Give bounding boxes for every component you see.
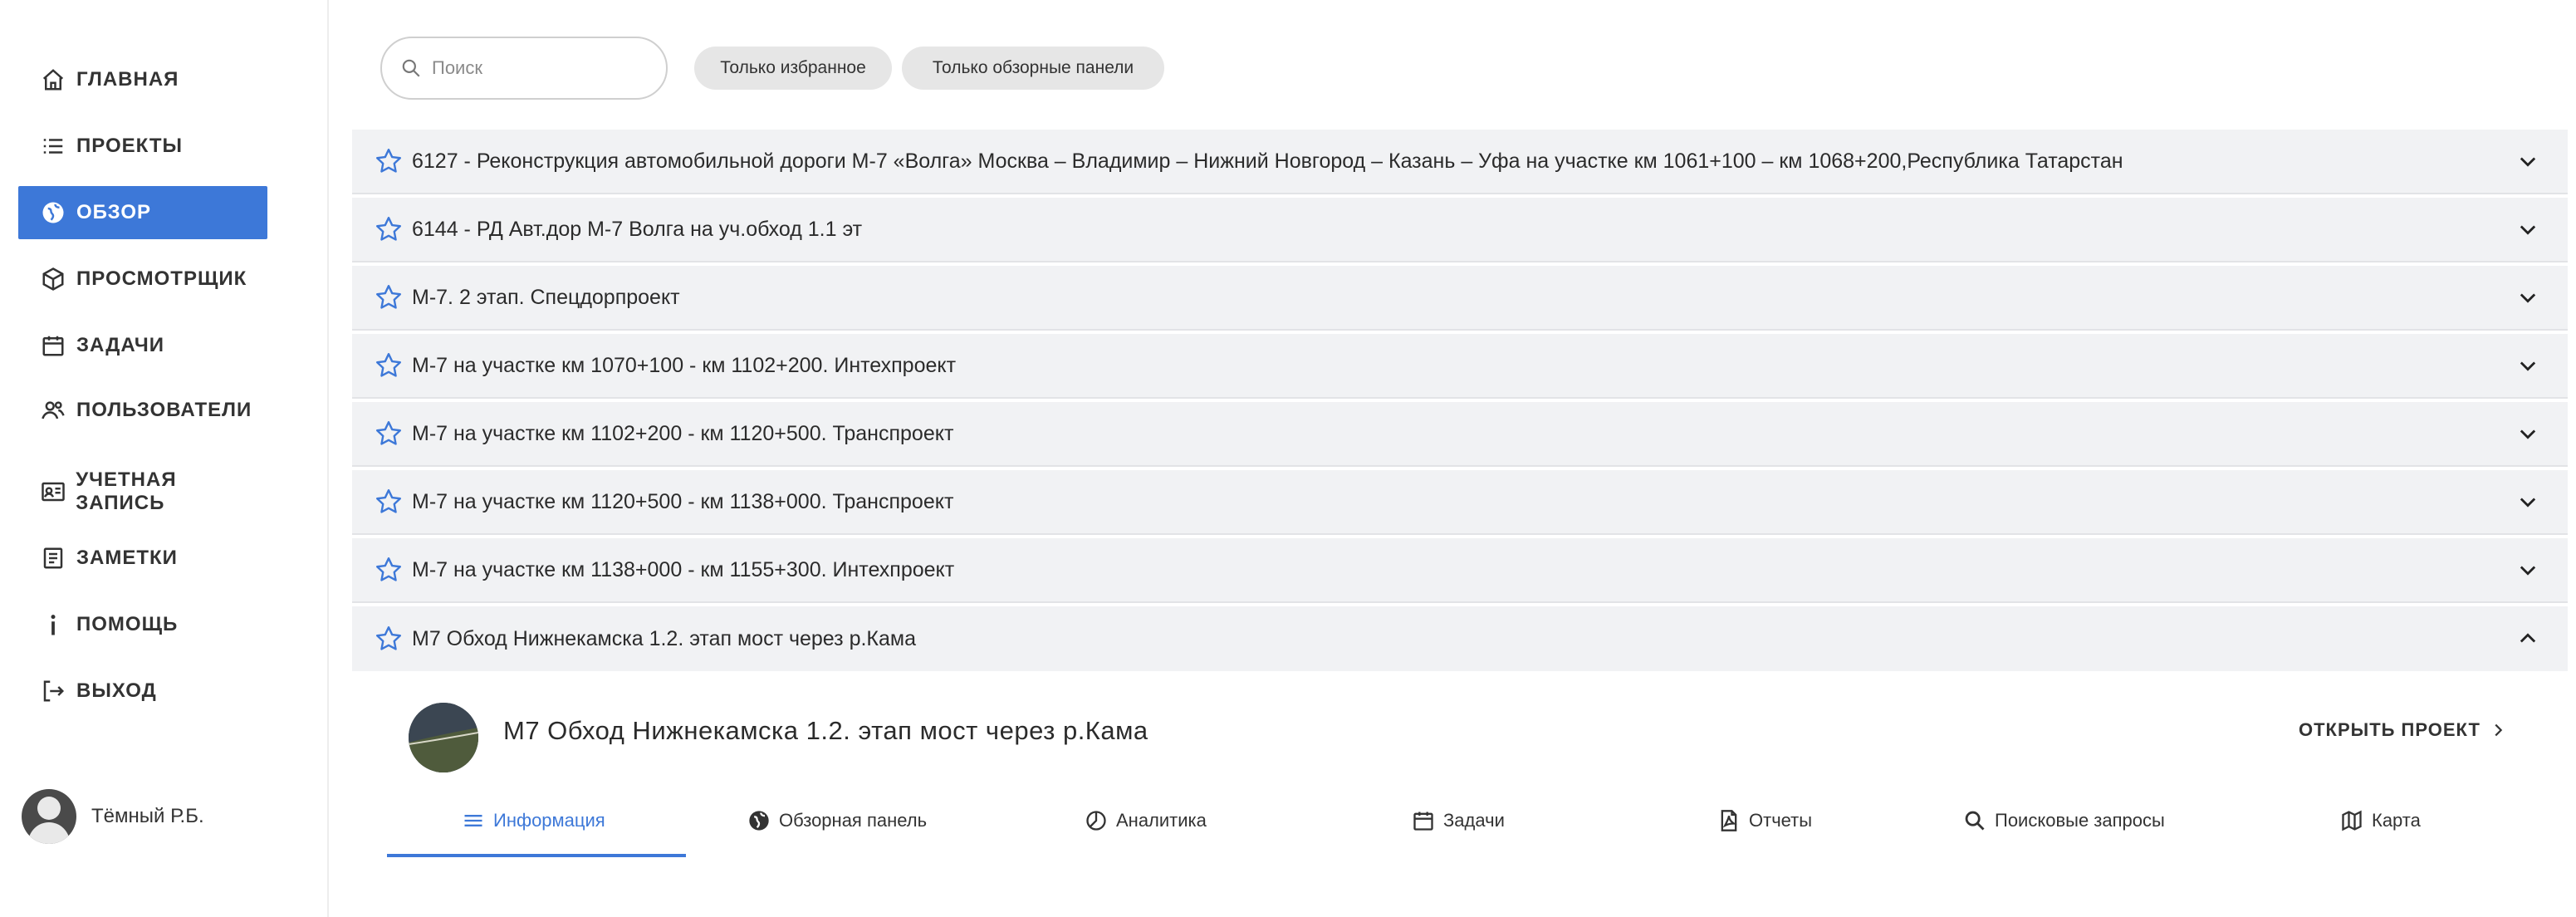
chevron-down-icon[interactable]: [2511, 281, 2544, 314]
sidebar-item-label: ПОЛЬЗОВАТЕЛИ: [76, 399, 252, 421]
star-icon[interactable]: [372, 622, 405, 655]
open-project-button[interactable]: ОТКРЫТЬ ПРОЕКТ: [2299, 719, 2507, 741]
tab-label: Обзорная панель: [779, 810, 928, 831]
sidebar-item-projects[interactable]: ПРОЕКТЫ: [18, 120, 267, 173]
tab-analytics[interactable]: Аналитика: [1085, 801, 1207, 841]
sidebar-item-home[interactable]: ГЛАВНАЯ: [18, 53, 267, 106]
project-title: 6144 - РД Авт.дор М-7 Волга на уч.обход …: [412, 217, 863, 241]
menu-icon: [464, 815, 482, 826]
tab-label: Аналитика: [1116, 810, 1207, 831]
id-card-icon: [38, 477, 67, 507]
search-input[interactable]: [432, 57, 648, 79]
project-row-expanded[interactable]: М7 Обход Нижнекамска 1.2. этап мост чере…: [352, 606, 2568, 671]
tab-label: Информация: [493, 810, 605, 831]
tab-search-queries[interactable]: Поисковые запросы: [1963, 801, 2165, 841]
project-title: М-7. 2 этап. Спецдорпроект: [412, 285, 680, 309]
project-row[interactable]: М-7 на участке км 1120+500 - км 1138+000…: [352, 470, 2568, 535]
sidebar-item-label: УЧЕТНАЯ ЗАПИСЬ: [76, 468, 177, 514]
chevron-right-icon: [2495, 723, 2503, 737]
star-icon[interactable]: [372, 553, 405, 586]
tab-tasks[interactable]: Задачи: [1412, 801, 1505, 841]
project-title: 6127 - Реконструкция автомобильной дорог…: [412, 149, 2123, 173]
sidebar-item-label: ВЫХОД: [76, 679, 157, 702]
cube-icon: [38, 264, 68, 294]
info-icon: [38, 610, 68, 640]
chevron-down-icon[interactable]: [2511, 349, 2544, 382]
sidebar-item-label: ПОМОЩЬ: [76, 613, 179, 635]
sidebar-item-label: ЗАДАЧИ: [76, 334, 164, 356]
project-row[interactable]: М-7 на участке км 1102+200 - км 1120+500…: [352, 402, 2568, 467]
home-icon: [38, 65, 68, 95]
sidebar-item-account[interactable]: УЧЕТНАЯ ЗАПИСЬ: [18, 465, 267, 518]
project-row[interactable]: М-7 на участке км 1070+100 - км 1102+200…: [352, 334, 2568, 399]
chevron-up-icon[interactable]: [2511, 622, 2544, 655]
sidebar-item-viewer[interactable]: ПРОСМОТРЩИК: [18, 253, 267, 306]
globe-icon: [38, 198, 68, 228]
search-icon: [1965, 811, 1985, 831]
project-row[interactable]: 6127 - Реконструкция автомобильной дорог…: [352, 130, 2568, 194]
project-detail-title: М7 Обход Нижнекамска 1.2. этап мост чере…: [503, 716, 1148, 745]
tab-overview-panel[interactable]: Обзорная панель: [747, 801, 927, 841]
globe-icon: [749, 811, 769, 831]
sidebar-item-overview[interactable]: ОБЗОР: [18, 186, 267, 239]
list-icon: [38, 131, 68, 161]
sidebar-item-notes[interactable]: ЗАМЕТКИ: [18, 532, 267, 585]
sidebar-item-users[interactable]: ПОЛЬЗОВАТЕЛИ: [18, 384, 267, 437]
project-title: М-7 на участке км 1070+100 - км 1102+200…: [412, 353, 957, 377]
project-row[interactable]: М-7 на участке км 1138+000 - км 1155+300…: [352, 538, 2568, 603]
project-title: М-7 на участке км 1138+000 - км 1155+300…: [412, 557, 955, 581]
tab-information[interactable]: Информация: [462, 801, 605, 841]
sidebar-item-help[interactable]: ПОМОЩЬ: [18, 598, 267, 651]
chevron-down-icon[interactable]: [2511, 417, 2544, 450]
user-profile[interactable]: Тёмный Р.Б.: [22, 789, 204, 844]
tab-label: Карта: [2372, 810, 2421, 831]
active-tab-indicator: [387, 854, 686, 857]
sidebar-item-logout[interactable]: ВЫХОД: [18, 664, 267, 718]
notes-icon: [38, 543, 68, 573]
avatar: [22, 789, 76, 844]
filter-chip-overview-panels[interactable]: Только обзорные панели: [902, 47, 1164, 90]
project-row[interactable]: М-7. 2 этап. Спецдорпроект: [352, 266, 2568, 331]
tab-label: Поисковые запросы: [1995, 810, 2165, 831]
tab-map[interactable]: Карта: [2340, 801, 2421, 841]
pdf-file-icon: [1721, 810, 1737, 831]
star-icon[interactable]: [372, 349, 405, 382]
calendar-icon: [1413, 812, 1433, 831]
sidebar-item-label: ЗАМЕТКИ: [76, 547, 178, 569]
sidebar-item-label: ПРОЕКТЫ: [76, 135, 184, 157]
sidebar-item-label: ГЛАВНАЯ: [76, 68, 179, 91]
chevron-down-icon[interactable]: [2511, 145, 2544, 178]
chevron-down-icon[interactable]: [2511, 213, 2544, 246]
sidebar-item-tasks[interactable]: ЗАДАЧИ: [18, 319, 267, 372]
project-thumbnail: [409, 703, 478, 772]
tab-label: Отчеты: [1749, 810, 1813, 831]
sidebar: ГЛАВНАЯ ПРОЕКТЫ ОБЗОР ПРОСМОТРЩИК ЗАДАЧИ…: [0, 0, 329, 917]
star-icon[interactable]: [372, 213, 405, 246]
users-icon: [38, 395, 68, 425]
filter-chip-favorites[interactable]: Только избранное: [694, 47, 892, 90]
pie-chart-icon: [1086, 811, 1106, 831]
open-project-label: ОТКРЫТЬ ПРОЕКТ: [2299, 719, 2481, 740]
sidebar-item-label: ПРОСМОТРЩИК: [76, 267, 247, 290]
project-row[interactable]: 6144 - РД Авт.дор М-7 Волга на уч.обход …: [352, 198, 2568, 262]
project-title: М-7 на участке км 1120+500 - км 1138+000…: [412, 489, 954, 513]
search-box[interactable]: [380, 37, 668, 100]
project-title: М7 Обход Нижнекамска 1.2. этап мост чере…: [412, 626, 916, 650]
star-icon[interactable]: [372, 485, 405, 518]
calendar-icon: [38, 331, 68, 360]
chevron-down-icon[interactable]: [2511, 553, 2544, 586]
user-name: Тёмный Р.Б.: [91, 805, 204, 827]
search-icon: [402, 59, 420, 77]
star-icon[interactable]: [372, 145, 405, 178]
star-icon[interactable]: [372, 417, 405, 450]
sidebar-item-label: ОБЗОР: [76, 201, 151, 223]
tab-label: Задачи: [1443, 810, 1505, 831]
chevron-down-icon[interactable]: [2511, 485, 2544, 518]
tab-reports[interactable]: Отчеты: [1717, 801, 1812, 841]
project-title: М-7 на участке км 1102+200 - км 1120+500…: [412, 421, 954, 445]
map-icon: [2342, 810, 2362, 831]
logout-icon: [38, 676, 68, 706]
star-icon[interactable]: [372, 281, 405, 314]
